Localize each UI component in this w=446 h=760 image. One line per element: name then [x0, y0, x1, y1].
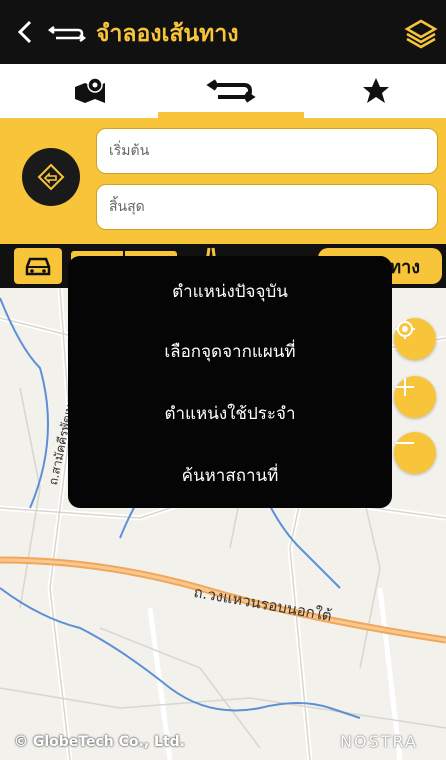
search-route-label: ทาง	[389, 256, 420, 278]
page-title: จำลองเส้นทาง	[96, 21, 239, 47]
map-copyright: © GlobeTech Co., Ltd.	[14, 734, 185, 750]
swap-icon	[37, 163, 65, 191]
car-icon	[25, 257, 51, 276]
swap-button[interactable]	[22, 148, 80, 206]
layers-icon[interactable]	[404, 18, 438, 50]
tab-bar	[0, 64, 446, 118]
tab-route[interactable]	[158, 64, 304, 118]
start-location-field[interactable]: เริ่มต้น	[96, 128, 438, 174]
menu-item-pick-on-map[interactable]: เลือกจุดจากแผนที่	[68, 330, 392, 372]
tab-map[interactable]	[40, 64, 140, 118]
route-arrows-icon	[48, 26, 86, 42]
star-icon	[363, 78, 389, 103]
menu-item-saved-places[interactable]: ตำแหน่งใช้ประจำ	[68, 392, 392, 434]
locate-icon	[395, 319, 415, 339]
map-brand-logo: NOSTRA	[340, 732, 418, 751]
zoom-in-button[interactable]	[394, 376, 436, 418]
car-mode-button[interactable]	[14, 248, 62, 284]
location-source-menu: ตำแหน่งปัจจุบัน เลือกจุดจากแผนที่ ตำแหน่…	[68, 256, 392, 508]
end-placeholder: สิ้นสุด	[109, 199, 145, 215]
menu-item-current-location[interactable]: ตำแหน่งปัจจุบัน	[68, 270, 392, 312]
start-placeholder: เริ่มต้น	[109, 143, 150, 159]
menu-item-search-place[interactable]: ค้นหาสถานที่	[68, 454, 392, 496]
route-form-panel: เริ่มต้น สิ้นสุด	[0, 118, 446, 244]
zoom-in-icon	[396, 378, 414, 396]
end-location-field[interactable]: สิ้นสุด	[96, 184, 438, 230]
map-pin-icon	[75, 77, 105, 103]
zoom-out-icon	[396, 442, 414, 444]
zoom-out-button[interactable]	[394, 432, 436, 474]
top-bar: จำลองเส้นทาง	[0, 0, 446, 64]
tab-favorites[interactable]	[326, 64, 426, 118]
chevron-left-icon[interactable]	[14, 18, 36, 46]
route-arrows-icon	[206, 79, 256, 103]
locate-button[interactable]	[394, 318, 436, 360]
